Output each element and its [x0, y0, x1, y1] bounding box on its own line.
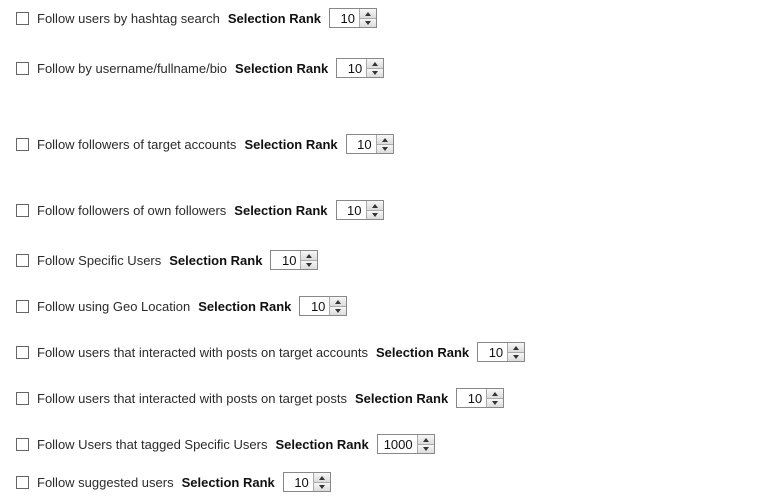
rank-value[interactable]: 10 [271, 251, 301, 269]
option-row-hashtag-search: Follow users by hashtag search Selection … [16, 8, 752, 28]
option-label-followers-target: Follow followers of target accounts [37, 137, 236, 152]
checkbox-suggested-users[interactable] [16, 476, 29, 489]
rank-stepper-hashtag-search[interactable]: 10 [329, 8, 377, 28]
option-row-followers-target: Follow followers of target accounts Selec… [16, 134, 752, 154]
rank-stepper-interacted-posts[interactable]: 10 [456, 388, 504, 408]
spinner-down-icon[interactable] [508, 352, 524, 361]
rank-stepper-followers-target[interactable]: 10 [346, 134, 394, 154]
option-label-followers-own: Follow followers of own followers [37, 203, 226, 218]
checkbox-specific-users[interactable] [16, 254, 29, 267]
checkbox-tagged-specific[interactable] [16, 438, 29, 451]
checkbox-followers-target[interactable] [16, 138, 29, 151]
spinner-down-icon[interactable] [487, 398, 503, 407]
spinner [367, 201, 383, 219]
rank-value[interactable]: 10 [337, 201, 367, 219]
option-row-suggested-users: Follow suggested users Selection Rank 10 [16, 472, 752, 492]
spinner-up-icon[interactable] [508, 343, 524, 352]
spinner [377, 135, 393, 153]
option-label-geo-location: Follow using Geo Location [37, 299, 190, 314]
selection-rank-label: Selection Rank [244, 137, 337, 152]
rank-value[interactable]: 10 [337, 59, 367, 77]
checkbox-username-bio[interactable] [16, 62, 29, 75]
option-row-interacted-accounts: Follow users that interacted with posts … [16, 342, 752, 362]
option-row-tagged-specific: Follow Users that tagged Specific Users S… [16, 434, 752, 454]
selection-rank-label: Selection Rank [376, 345, 469, 360]
rank-stepper-geo-location[interactable]: 10 [299, 296, 347, 316]
spinner-down-icon[interactable] [418, 444, 434, 453]
option-label-interacted-accounts: Follow users that interacted with posts … [37, 345, 368, 360]
spinner-up-icon[interactable] [314, 473, 330, 482]
option-row-followers-own: Follow followers of own followers Selecti… [16, 200, 752, 220]
spinner-down-icon[interactable] [360, 18, 376, 27]
spinner [360, 9, 376, 27]
option-label-hashtag-search: Follow users by hashtag search [37, 11, 220, 26]
spinner [330, 297, 346, 315]
spinner-down-icon[interactable] [301, 260, 317, 269]
checkbox-geo-location[interactable] [16, 300, 29, 313]
rank-value[interactable]: 10 [457, 389, 487, 407]
rank-stepper-tagged-specific[interactable]: 1000 [377, 434, 435, 454]
option-label-interacted-posts: Follow users that interacted with posts … [37, 391, 347, 406]
spinner [487, 389, 503, 407]
spinner [367, 59, 383, 77]
spinner-up-icon[interactable] [418, 435, 434, 444]
selection-rank-label: Selection Rank [355, 391, 448, 406]
option-label-suggested-users: Follow suggested users [37, 475, 174, 490]
rank-stepper-interacted-accounts[interactable]: 10 [477, 342, 525, 362]
selection-rank-label: Selection Rank [169, 253, 262, 268]
spinner-up-icon[interactable] [301, 251, 317, 260]
option-row-specific-users: Follow Specific Users Selection Rank 10 [16, 250, 752, 270]
spinner-down-icon[interactable] [314, 482, 330, 491]
rank-stepper-suggested-users[interactable]: 10 [283, 472, 331, 492]
rank-stepper-specific-users[interactable]: 10 [270, 250, 318, 270]
option-row-interacted-posts: Follow users that interacted with posts … [16, 388, 752, 408]
spinner-up-icon[interactable] [360, 9, 376, 18]
selection-rank-label: Selection Rank [235, 61, 328, 76]
spinner-down-icon[interactable] [330, 306, 346, 315]
spinner-down-icon[interactable] [367, 68, 383, 77]
spinner-up-icon[interactable] [367, 201, 383, 210]
rank-stepper-followers-own[interactable]: 10 [336, 200, 384, 220]
selection-rank-label: Selection Rank [234, 203, 327, 218]
option-row-geo-location: Follow using Geo Location Selection Rank 1… [16, 296, 752, 316]
option-row-username-bio: Follow by username/fullname/bio Selection… [16, 58, 752, 78]
spinner-up-icon[interactable] [487, 389, 503, 398]
selection-rank-label: Selection Rank [275, 437, 368, 452]
spinner [314, 473, 330, 491]
spinner [508, 343, 524, 361]
checkbox-interacted-accounts[interactable] [16, 346, 29, 359]
selection-rank-label: Selection Rank [182, 475, 275, 490]
option-label-specific-users: Follow Specific Users [37, 253, 161, 268]
rank-value[interactable]: 10 [330, 9, 360, 27]
spinner [418, 435, 434, 453]
rank-value[interactable]: 10 [300, 297, 330, 315]
rank-stepper-username-bio[interactable]: 10 [336, 58, 384, 78]
spinner-down-icon[interactable] [377, 144, 393, 153]
spinner [301, 251, 317, 269]
rank-value[interactable]: 10 [478, 343, 508, 361]
spinner-up-icon[interactable] [367, 59, 383, 68]
option-label-username-bio: Follow by username/fullname/bio [37, 61, 227, 76]
selection-rank-label: Selection Rank [198, 299, 291, 314]
checkbox-followers-own[interactable] [16, 204, 29, 217]
spinner-up-icon[interactable] [330, 297, 346, 306]
selection-rank-label: Selection Rank [228, 11, 321, 26]
spinner-down-icon[interactable] [367, 210, 383, 219]
spinner-up-icon[interactable] [377, 135, 393, 144]
rank-value[interactable]: 1000 [378, 435, 418, 453]
checkbox-interacted-posts[interactable] [16, 392, 29, 405]
checkbox-hashtag-search[interactable] [16, 12, 29, 25]
rank-value[interactable]: 10 [284, 473, 314, 491]
rank-value[interactable]: 10 [347, 135, 377, 153]
option-label-tagged-specific: Follow Users that tagged Specific Users [37, 437, 267, 452]
